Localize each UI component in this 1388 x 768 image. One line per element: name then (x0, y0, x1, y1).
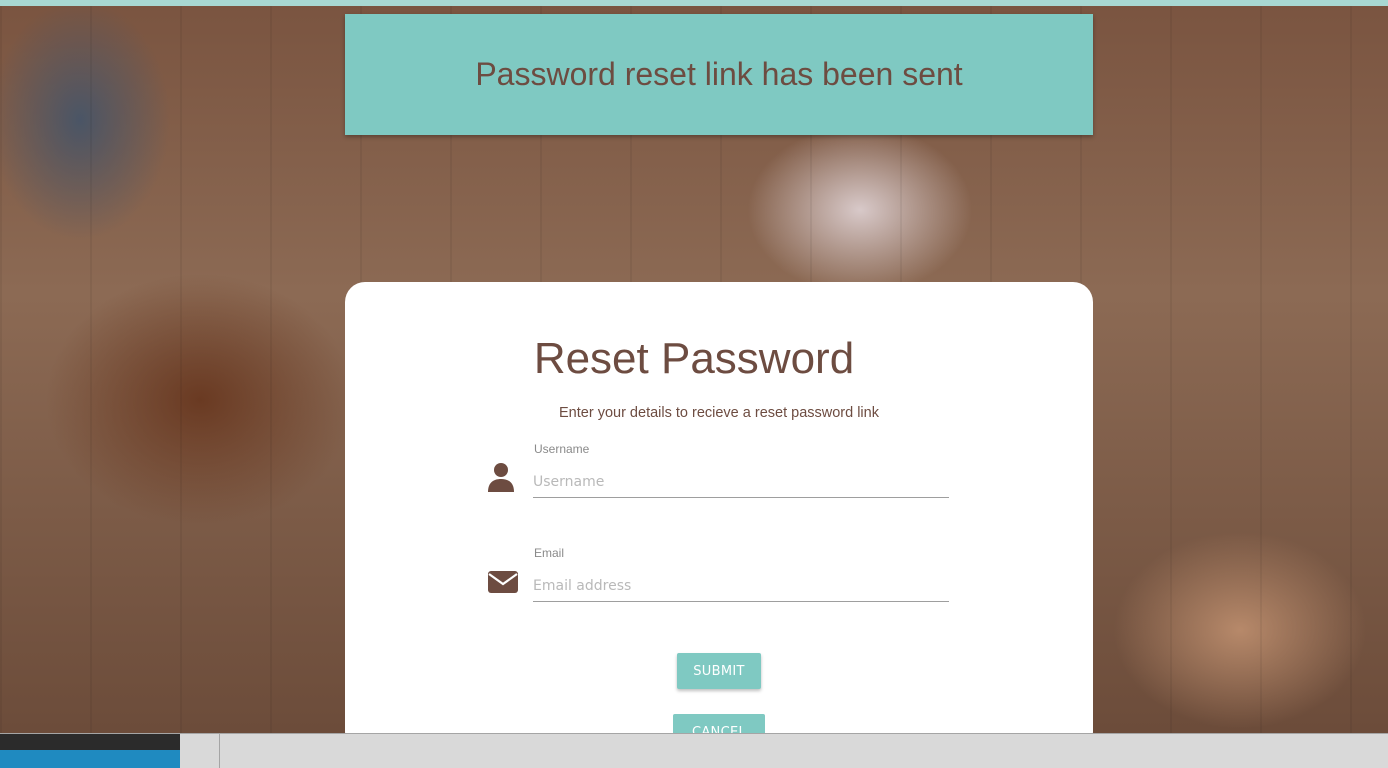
user-icon (488, 463, 514, 492)
taskbar-app-thumb-preview (0, 750, 180, 768)
taskbar-divider (219, 734, 220, 768)
toast-notification: Password reset link has been sent (345, 14, 1093, 135)
email-label: Email (534, 546, 565, 560)
submit-button[interactable]: SUBMIT (677, 653, 761, 689)
page-title: Reset Password (533, 334, 855, 383)
username-label: Username (534, 442, 590, 456)
cancel-button-clip: CANCEL (673, 714, 765, 733)
page-subtitle: Enter your details to recieve a reset pa… (559, 405, 879, 421)
toast-message: Password reset link has been sent (475, 56, 963, 92)
username-input[interactable] (533, 467, 949, 498)
envelope-icon (488, 571, 518, 593)
cancel-button[interactable]: CANCEL (673, 714, 765, 733)
taskbar-app-thumb[interactable] (0, 734, 180, 768)
email-input[interactable] (533, 571, 949, 602)
taskbar (0, 733, 1388, 768)
top-accent-strip (0, 0, 1388, 6)
